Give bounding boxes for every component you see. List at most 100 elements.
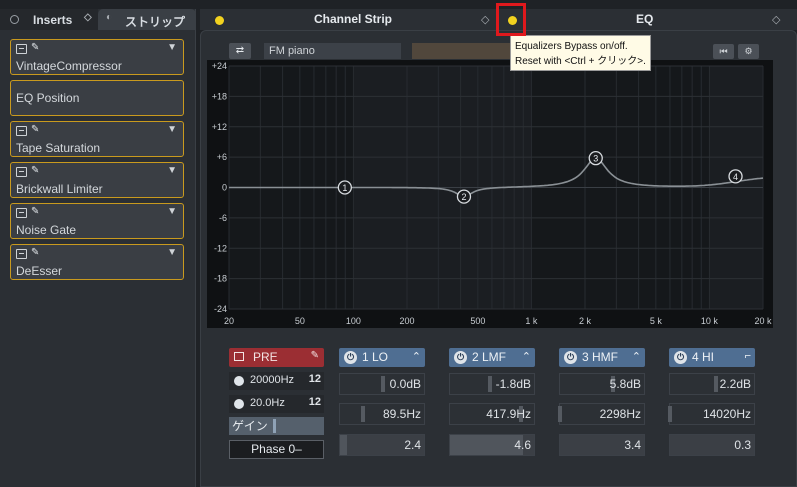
filter-shape-icon[interactable]: ⌃	[412, 350, 421, 363]
strip-slot-noise-gate[interactable]: ✎ ▼ Noise Gate	[10, 203, 184, 239]
strip-slot-tape-saturation[interactable]: ✎ ▼ Tape Saturation	[10, 121, 184, 157]
edit-icon[interactable]: ✎	[31, 206, 39, 217]
band-freq-field-value: 14020Hz	[702, 407, 751, 421]
tab-inserts-label: Inserts	[33, 13, 73, 27]
power-icon[interactable]	[16, 249, 27, 259]
value-indicator	[668, 406, 672, 422]
dropdown-arrow-icon[interactable]: ▼	[167, 165, 177, 176]
slot-name: DeEsser	[16, 264, 63, 278]
dropdown-arrow-icon[interactable]: ▼	[167, 206, 177, 217]
strip-slot-eq-position[interactable]: EQ Position	[10, 80, 184, 116]
inserts-bypass-icon[interactable]	[10, 15, 19, 24]
knob-icon[interactable]	[234, 399, 244, 409]
strip-slot-compressor[interactable]: ✎ ▼ VintageCompressor	[10, 39, 184, 75]
band-freq-field[interactable]: 89.5Hz	[339, 403, 425, 425]
tab-inserts[interactable]: Inserts ◇	[0, 9, 98, 30]
strip-slot-brickwall-limiter[interactable]: ✎ ▼ Brickwall Limiter	[10, 162, 184, 198]
band-header-2[interactable]: ⏻ 2 LMF ⌃	[449, 348, 535, 367]
band-q-field[interactable]: 2.4	[339, 434, 425, 456]
lp-filter-row[interactable]: 20.0Hz 12	[229, 395, 324, 413]
dropdown-arrow-icon[interactable]: ▼	[167, 247, 177, 258]
band-node-label: 1	[342, 183, 347, 193]
diamond-icon[interactable]: ◇	[481, 13, 489, 26]
slot-name: Brickwall Limiter	[16, 182, 103, 196]
band-gain-field[interactable]: 0.0dB	[339, 373, 425, 395]
edit-icon[interactable]: ✎	[31, 42, 39, 53]
power-icon[interactable]: ⏻	[564, 351, 577, 364]
power-icon[interactable]	[16, 167, 27, 177]
y-tick-label: +12	[212, 122, 227, 132]
gain-handle[interactable]	[273, 419, 276, 433]
y-tick-label: +18	[212, 91, 227, 101]
lp-freq[interactable]: 20.0Hz	[250, 397, 285, 409]
power-icon[interactable]: ⏻	[674, 351, 687, 364]
band-gain-field-value: 0.0dB	[389, 377, 421, 391]
slot-name: Tape Saturation	[16, 141, 101, 155]
band-gain-field[interactable]: 2.2dB	[669, 373, 755, 395]
highlight-box	[496, 3, 526, 36]
band-gain-field-value: 2.2dB	[719, 377, 751, 391]
value-indicator	[714, 376, 719, 392]
y-tick-label: -12	[214, 243, 227, 253]
phase-button[interactable]: Phase 0–	[229, 440, 324, 459]
power-icon[interactable]	[16, 126, 27, 136]
band-q-field[interactable]: 0.3	[669, 434, 755, 456]
eq-title: EQ	[636, 12, 654, 26]
hp-freq[interactable]: 20000Hz	[250, 374, 294, 386]
band-freq-field[interactable]: 2298Hz	[558, 403, 645, 425]
band-freq-field[interactable]: 14020Hz	[668, 403, 755, 425]
channel-strip-bypass-dot[interactable]	[215, 16, 224, 25]
q-fill	[340, 435, 347, 455]
diamond-icon[interactable]: ◇	[772, 13, 780, 26]
edit-icon[interactable]: ✎	[31, 247, 39, 258]
slope-icon[interactable]: 12	[309, 373, 321, 385]
power-icon[interactable]: ⏻	[344, 351, 357, 364]
band-freq-field-value: 89.5Hz	[382, 407, 421, 421]
y-tick-label: +6	[217, 152, 227, 162]
power-icon[interactable]	[234, 352, 244, 361]
power-icon[interactable]: ⏻	[454, 351, 467, 364]
tab-strip-label: ストリップ	[125, 15, 186, 29]
gain-slider[interactable]: ゲイン	[229, 417, 324, 435]
half-circle-icon[interactable]: ◐	[106, 12, 112, 23]
knob-icon[interactable]	[234, 376, 244, 386]
y-tick-label: -18	[214, 274, 227, 284]
edit-icon[interactable]: ✎	[31, 165, 39, 176]
y-tick-label: -24	[214, 304, 227, 314]
pre-header[interactable]: PRE ✎	[229, 348, 324, 367]
x-tick-label: 10 k	[701, 316, 719, 326]
hp-filter-row[interactable]: 20000Hz 12	[229, 372, 324, 390]
band-gain-field[interactable]: 5.8dB	[559, 373, 645, 395]
value-indicator	[558, 406, 562, 422]
diamond-icon[interactable]: ◇	[84, 12, 92, 23]
band-q-field[interactable]: 3.4	[559, 434, 645, 456]
band-header-3[interactable]: ⏻ 3 HMF ⌃	[559, 348, 645, 367]
band-freq-field-value: 2298Hz	[599, 407, 641, 421]
band-q-field[interactable]: 4.6	[449, 434, 535, 456]
dropdown-arrow-icon[interactable]: ▼	[167, 124, 177, 135]
dropdown-arrow-icon[interactable]: ▼	[167, 42, 177, 53]
band-title: 2 LMF	[472, 350, 507, 364]
filter-shape-icon[interactable]: ⌃	[632, 350, 641, 363]
edit-icon[interactable]: ✎	[311, 350, 319, 361]
eq-graph[interactable]: 1 2 3 4 +24 +18 +12 +6 0 -6 -12 -18 -24 20 50 100 200 50…	[207, 60, 773, 328]
preset-name-field[interactable]: FM piano	[264, 43, 401, 59]
band-header-4[interactable]: ⏻ 4 HI ⌐	[669, 348, 755, 367]
power-icon[interactable]	[16, 44, 27, 54]
reset-icon[interactable]: ⏮	[713, 44, 734, 59]
x-tick-label: 2 k	[579, 316, 592, 326]
power-icon[interactable]	[16, 208, 27, 218]
gear-icon[interactable]: ⚙	[738, 44, 759, 59]
band-q-field-value: 2.4	[404, 438, 421, 452]
preset-color-field	[412, 43, 512, 59]
edit-icon[interactable]: ✎	[31, 124, 39, 135]
swap-icon[interactable]: ⇄	[229, 43, 251, 59]
filter-shape-icon[interactable]: ⌐	[745, 350, 751, 362]
filter-shape-icon[interactable]: ⌃	[522, 350, 531, 363]
slope-icon[interactable]: 12	[309, 396, 321, 408]
band-gain-field[interactable]: -1.8dB	[449, 373, 535, 395]
strip-slot-deesser[interactable]: ✎ ▼ DeEsser	[10, 244, 184, 280]
band-header-1[interactable]: ⏻ 1 LO ⌃	[339, 348, 425, 367]
tab-strip[interactable]: ◐ ストリップ	[98, 9, 196, 30]
band-freq-field[interactable]: 417.9Hz	[449, 403, 535, 425]
